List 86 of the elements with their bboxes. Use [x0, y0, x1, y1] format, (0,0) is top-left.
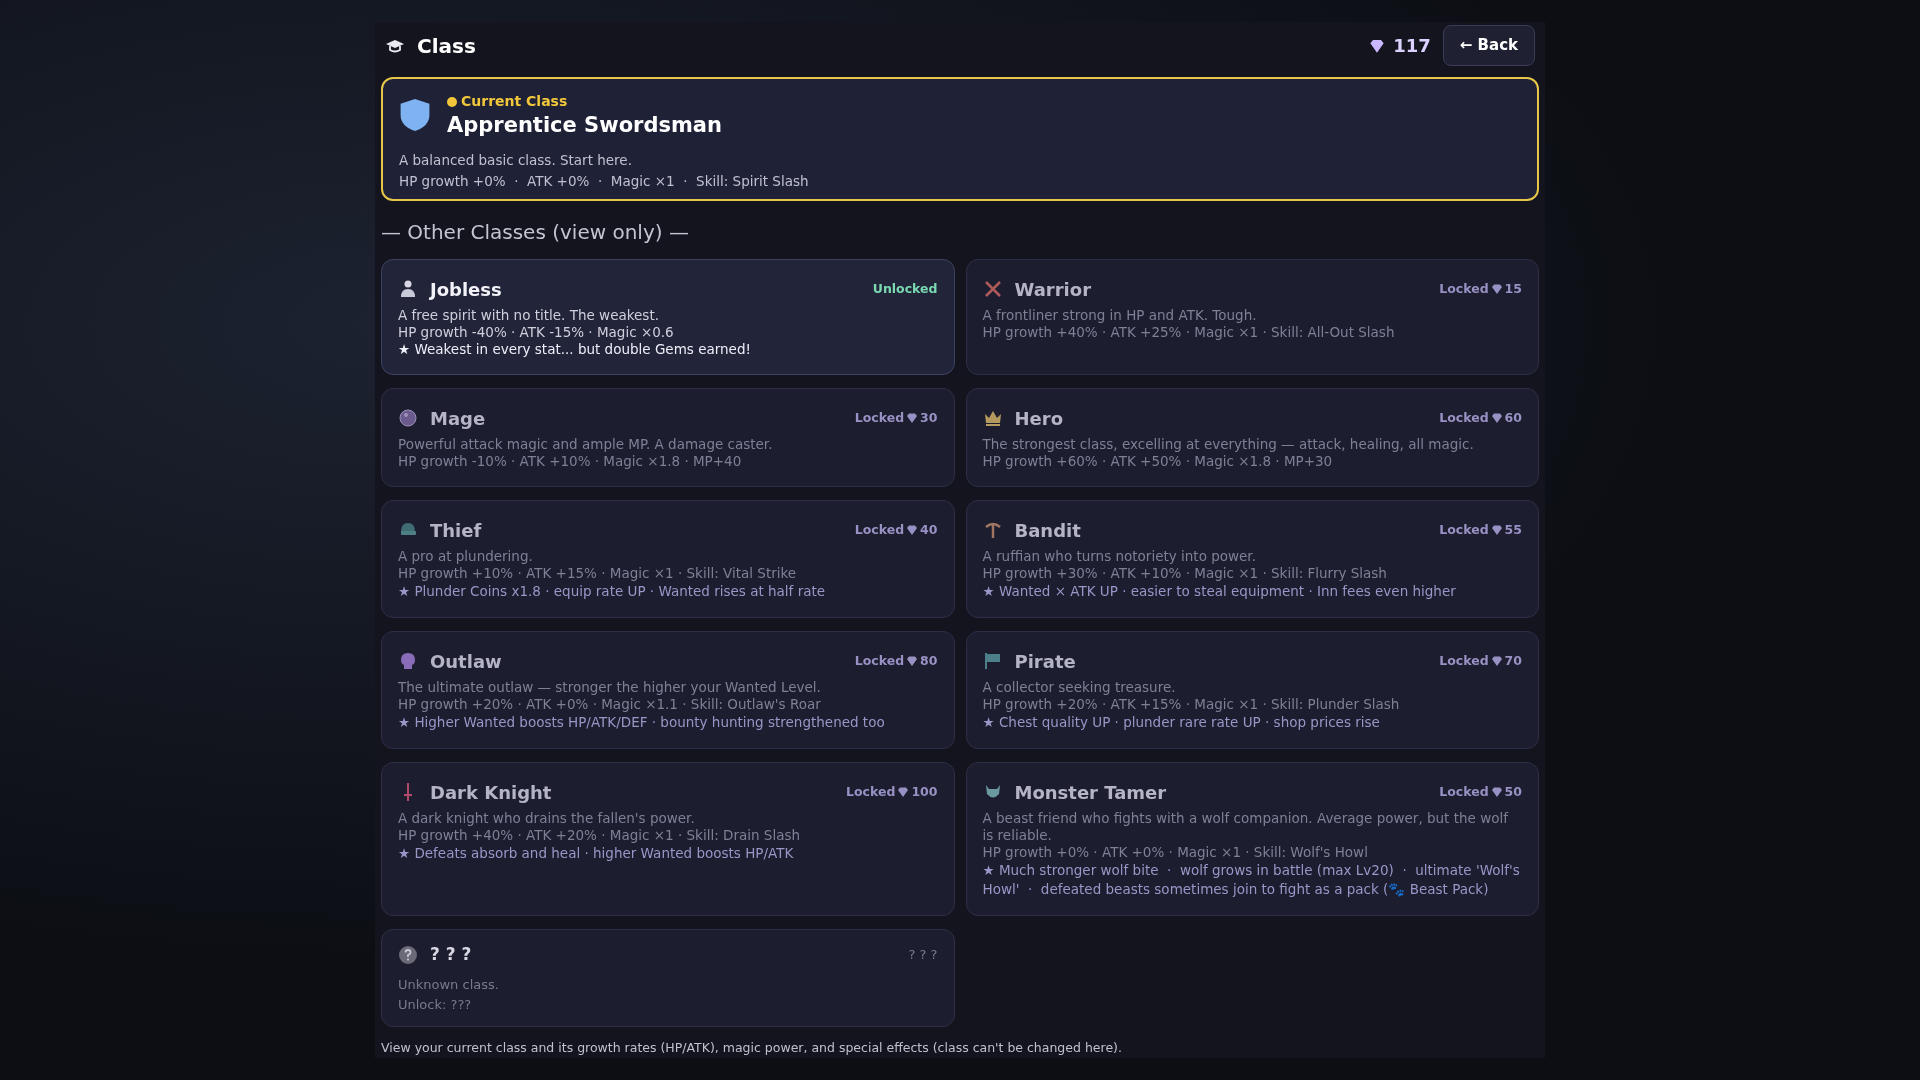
- gem-icon: [1490, 655, 1503, 668]
- class-effect: ★ Higher Wanted boosts HP/ATK/DEF · bounty hunting strengthened too: [398, 712, 886, 732]
- current-class-stats: HP growth +0% · ATK +0% · Magic ×1 · Skill: Spirit Slash: [399, 171, 810, 191]
- class-stats: HP growth +20% · ATK +0% · Magic ×1.1 · Skill: Outlaw's Roar: [398, 695, 822, 713]
- class-name: Bandit: [1014, 518, 1081, 543]
- gem-count: 117: [1393, 34, 1431, 58]
- gem-icon: [1369, 37, 1386, 54]
- class-description: A pro at plundering.: [398, 547, 534, 565]
- class-effect: ★ Wanted × ATK UP · easier to steal equipment · Inn fees even higher: [982, 581, 1457, 601]
- class-stats: HP growth -10% · ATK +10% · Magic ×1.8 · MP+40: [398, 452, 743, 470]
- class-stats: HP growth -40% · ATK -15% · Magic ×0.6: [398, 323, 675, 341]
- class-description: A free spirit with no title. The weakest.: [398, 306, 660, 324]
- page-title: Class: [417, 32, 476, 60]
- class-name: Jobless: [430, 277, 502, 302]
- unlock-cost: 50: [1504, 782, 1522, 801]
- class-status: Locked: [846, 782, 896, 801]
- unlock-cost: 40: [920, 520, 938, 539]
- current-class-label: Current Class: [461, 92, 568, 111]
- class-description: The ultimate outlaw — stronger the higher your Wanted Level.: [398, 678, 822, 696]
- class-description: Powerful attack magic and ample MP. A damage caster.: [398, 435, 774, 453]
- current-class-name: Apprentice Swordsman: [447, 112, 722, 139]
- class-effect: ★ Defeats absorb and heal · higher Wanted boosts HP/ATK: [398, 843, 795, 863]
- class-description: A frontliner strong in HP and ATK. Tough.: [982, 306, 1258, 324]
- class-status: Locked: [854, 520, 905, 539]
- class-status: Unlocked: [872, 279, 938, 298]
- class-stats: HP growth +20% · ATK +15% · Magic ×1 · Skill: Plunder Slash: [982, 695, 1401, 713]
- class-name: Outlaw: [430, 649, 502, 674]
- class-name: Monster Tamer: [1014, 780, 1167, 805]
- class-status: Locked: [1439, 782, 1489, 801]
- class-stats: HP growth +60% · ATK +50% · Magic ×1.8 · MP+30: [982, 452, 1334, 470]
- class-status: Locked: [1439, 520, 1489, 539]
- class-status: Locked: [854, 651, 905, 670]
- dot-icon: [447, 96, 457, 107]
- class-status: ? ? ?: [908, 945, 938, 964]
- class-description: A beast friend who fights with a wolf companion. Average power, but the wolf is reliable.: [982, 809, 1510, 844]
- gem-icon: [1490, 283, 1503, 296]
- unlock-cost: 80: [920, 651, 938, 670]
- class-unlock-info: Unlock: ???: [398, 995, 473, 1014]
- class-stats: HP growth +40% · ATK +25% · Magic ×1 · Skill: All-Out Slash: [982, 323, 1396, 341]
- class-effect: ★ Chest quality UP · plunder rare rate UP · shop prices rise: [982, 712, 1381, 732]
- flag-icon: [982, 651, 1003, 672]
- class-name: Warrior: [1014, 277, 1092, 302]
- class-description: A dark knight who drains the fallen's power.: [398, 809, 696, 827]
- person-icon: [398, 279, 418, 300]
- unlock-cost: 55: [1504, 520, 1522, 539]
- gem-icon: [1490, 412, 1503, 425]
- class-name: Thief: [430, 518, 482, 543]
- gem-icon: [906, 524, 919, 537]
- class-stats: HP growth +0% · ATK +0% · Magic ×1 · Skill: Wolf's Howl: [982, 843, 1369, 861]
- question-icon: [398, 944, 418, 965]
- class-name: ? ? ?: [430, 942, 472, 966]
- gem-icon: [1490, 786, 1503, 799]
- gem-icon: [906, 655, 919, 668]
- class-name: Mage: [430, 406, 486, 431]
- class-status: Locked: [1439, 279, 1489, 298]
- gem-icon: [897, 786, 910, 799]
- current-class-description: A balanced basic class. Start here.: [399, 151, 633, 171]
- class-effect: ★ Weakest in every stat... but double Gems earned!: [398, 340, 752, 358]
- class-stats: HP growth +10% · ATK +15% · Magic ×1 · Skill: Vital Strike: [398, 564, 798, 582]
- gem-icon: [1490, 524, 1503, 537]
- class-description: A ruffian who turns notoriety into power.: [982, 547, 1257, 565]
- unlock-cost: 70: [1504, 651, 1522, 670]
- class-name: Pirate: [1014, 649, 1076, 674]
- unlock-cost: 15: [1504, 279, 1522, 298]
- skull-icon: [398, 651, 418, 672]
- class-description: A collector seeking treasure.: [982, 678, 1177, 696]
- footer-note: View your current class and its growth rates (HP/ATK), magic power, and special effects (class can't be changed here).: [381, 1039, 1123, 1058]
- shield-icon: [399, 96, 431, 133]
- class-name: Hero: [1014, 406, 1063, 431]
- class-status: Locked: [1439, 651, 1489, 670]
- class-name: Dark Knight: [430, 780, 552, 805]
- class-status: Locked: [1439, 408, 1489, 427]
- class-effect: ★ Much stronger wolf bite · wolf grows in battle (max Lv20) · ultimate 'Wolf's Howl' · defeated beasts sometimes join to fight as a pack (🐾 Beast Pack): [982, 860, 1521, 899]
- gem-icon: [906, 412, 919, 425]
- orb-icon: [398, 408, 418, 429]
- class-description: The strongest class, excelling at everything — attack, healing, all magic.: [982, 435, 1475, 453]
- unlock-cost: 60: [1504, 408, 1522, 427]
- unlock-cost: 100: [911, 782, 938, 801]
- class-effect: ★ Plunder Coins x1.8 · equip rate UP · Wanted rises at half rate: [398, 581, 827, 601]
- class-status: Locked: [854, 408, 905, 427]
- class-description: Unknown class.: [398, 976, 500, 995]
- unlock-cost: 30: [920, 408, 938, 427]
- class-stats: HP growth +30% · ATK +10% · Magic ×1 · Skill: Flurry Slash: [982, 564, 1388, 582]
- class-stats: HP growth +40% · ATK +20% · Magic ×1 · Skill: Drain Slash: [398, 826, 801, 844]
- section-title: — Other Classes (view only) —: [381, 218, 690, 246]
- back-button[interactable]: ← Back: [1442, 25, 1535, 66]
